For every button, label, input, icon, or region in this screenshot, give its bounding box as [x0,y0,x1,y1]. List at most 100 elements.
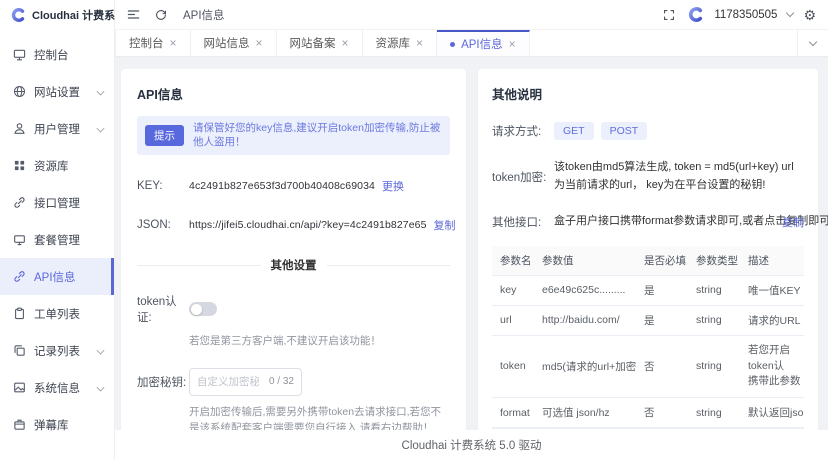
sidebar-item-resource-library[interactable]: 资源库 [0,147,114,184]
cell-value: http://baidu.com/ [534,305,636,335]
cell-value: 可选值 json/hz [534,398,636,428]
get-badge[interactable]: GET [554,122,594,140]
cell-type: string [688,305,740,335]
key-alert: 提示 请保管好您的key信息,建议开启token加密传输,防止被他人盗用！ [137,116,450,155]
json-copy-link[interactable]: 复制 [434,217,456,233]
sidebar-item-site-settings[interactable]: 网站设置 [0,73,114,110]
other-api-copy-link[interactable]: 复制 [782,214,804,230]
gear-icon[interactable]: ⚙ [803,8,816,22]
chevron-down-icon [97,88,105,96]
alert-badge: 提示 [145,125,184,146]
token-encrypt-label: token加密: [492,169,554,185]
table-row: url http://baidu.com/ 是 string 请求的URL [492,305,804,335]
secret-input[interactable] [197,376,259,388]
tab-label: API信息 [461,36,503,52]
char-counter: 0 / 32 [269,376,294,387]
key-row: KEY: 4c2491b827e653f3d700b40408c69034 更换 [137,178,450,194]
footer-text: Cloudhai 计费系统 5.0 驱动 [402,437,542,453]
close-icon[interactable]: × [509,38,516,50]
col-header: 参数类型 [688,246,740,276]
cell-type: string [688,275,740,305]
params-table: 参数名 参数值 是否必填 参数类型 描述 key e6e49c625c.....… [492,246,804,428]
sidebar-menu: 控制台 网站设置 用户管理 资源库 接口管理 套餐管理 [0,30,114,443]
copy-icon [13,344,26,357]
clipboard-icon [13,307,26,320]
link-icon [13,270,26,283]
cell-type: string [688,398,740,428]
post-badge[interactable]: POST [601,122,648,140]
params-table-wrap: 参数名 参数值 是否必填 参数类型 描述 key e6e49c625c.....… [492,246,804,429]
help-card: 其他说明 请求方式: GET POST token加密: 该token由md5算… [478,69,818,430]
tab-label: 控制台 [129,35,164,51]
method-label: 请求方式: [492,123,554,139]
menu-fold-icon[interactable] [127,8,141,22]
token-auth-hint: 若您是第三方客户端,不建议开启该功能！ [189,333,447,349]
sidebar-item-system-info[interactable]: 系统信息 [0,369,114,406]
sidebar-item-label: 记录列表 [34,343,89,359]
monitor-icon [13,48,26,61]
refresh-icon[interactable] [155,8,169,22]
tab-resource-library[interactable]: 资源库 × [363,30,438,56]
sidebar-item-api-info[interactable]: API信息 [0,258,114,295]
sidebar-item-package-management[interactable]: 套餐管理 [0,221,114,258]
sidebar-item-danmaku-library[interactable]: 弹幕库 [0,406,114,443]
sidebar-item-label: API信息 [34,269,106,285]
col-header: 是否必填 [636,246,688,276]
close-icon[interactable]: × [170,37,177,49]
topbar: API信息 1178350505 ⚙ [115,0,828,30]
tab-api-info[interactable]: API信息 × [437,30,530,56]
method-row: 请求方式: GET POST [492,122,804,140]
key-replace-link[interactable]: 更换 [382,178,404,194]
sidebar-item-console[interactable]: 控制台 [0,36,114,73]
content: API信息 提示 请保管好您的key信息,建议开启token加密传输,防止被他人… [115,57,828,430]
close-icon[interactable]: × [256,37,263,49]
chevron-down-icon [97,125,105,133]
brand: Cloudhai 计费系统 [0,0,114,30]
image-icon [13,381,26,394]
table-row: format 可选值 json/hz 否 string 默认返回json [492,398,804,428]
close-icon[interactable]: × [416,37,423,49]
json-row: JSON: https://jifei5.cloudhai.cn/api/?ke… [137,217,450,233]
cell-desc: 若您开启token认 携带此参数 [740,335,804,397]
cell-name: key [492,275,534,305]
toggle-knob [191,304,202,315]
tab-site-record[interactable]: 网站备案 × [277,30,363,56]
col-header: 描述 [740,246,804,276]
display-icon [13,233,26,246]
sidebar-item-label: 套餐管理 [34,232,106,248]
other-settings-divider: 其他设置 [137,257,450,273]
secret-label: 加密秘钥: [137,374,189,390]
sidebar-item-label: 控制台 [34,47,106,63]
cell-value: e6e49c625c......... [534,275,636,305]
tabbar-collapse-button[interactable] [797,30,828,56]
cell-desc: 默认返回json [740,398,804,428]
card-title: 其他说明 [492,84,804,103]
json-value: https://jifei5.cloudhai.cn/api/?key=4c24… [189,219,427,231]
cell-value: md5(请求的url+加密秘钥) [534,335,636,397]
link-icon [13,196,26,209]
sidebar: Cloudhai 计费系统 控制台 网站设置 用户管理 资源库 [0,0,115,459]
divider-title: 其他设置 [271,257,317,273]
other-api-label: 其他接口: [492,214,554,230]
avatar[interactable] [687,6,704,23]
tab-site-info[interactable]: 网站信息 × [191,30,277,56]
table-row: token md5(请求的url+加密秘钥) 否 string 若您开启toke… [492,335,804,397]
app-window: Cloudhai 计费系统 控制台 网站设置 用户管理 资源库 [0,0,828,459]
fullscreen-icon[interactable] [663,8,677,22]
cell-required: 否 [636,335,688,397]
sidebar-item-interface-management[interactable]: 接口管理 [0,184,114,221]
alert-message: 请保管好您的key信息,建议开启token加密传输,防止被他人盗用！ [193,122,442,149]
account-number[interactable]: 1178350505 [714,9,777,21]
cell-type: string [688,335,740,397]
secret-hint: 开启加密传输后,需要另外携带token去请求接口,若您不是该系统配套客户端需要您… [189,404,447,430]
chevron-down-icon[interactable] [786,9,794,17]
sidebar-item-label: 资源库 [34,158,106,174]
tab-console[interactable]: 控制台 × [115,30,191,56]
key-value: 4c2491b827e653f3d700b40408c69034 [189,180,375,192]
sidebar-item-user-management[interactable]: 用户管理 [0,110,114,147]
token-auth-toggle[interactable] [189,302,217,316]
api-info-card: API信息 提示 请保管好您的key信息,建议开启token加密传输,防止被他人… [121,69,466,430]
sidebar-item-records[interactable]: 记录列表 [0,332,114,369]
sidebar-item-work-orders[interactable]: 工单列表 [0,295,114,332]
close-icon[interactable]: × [342,37,349,49]
